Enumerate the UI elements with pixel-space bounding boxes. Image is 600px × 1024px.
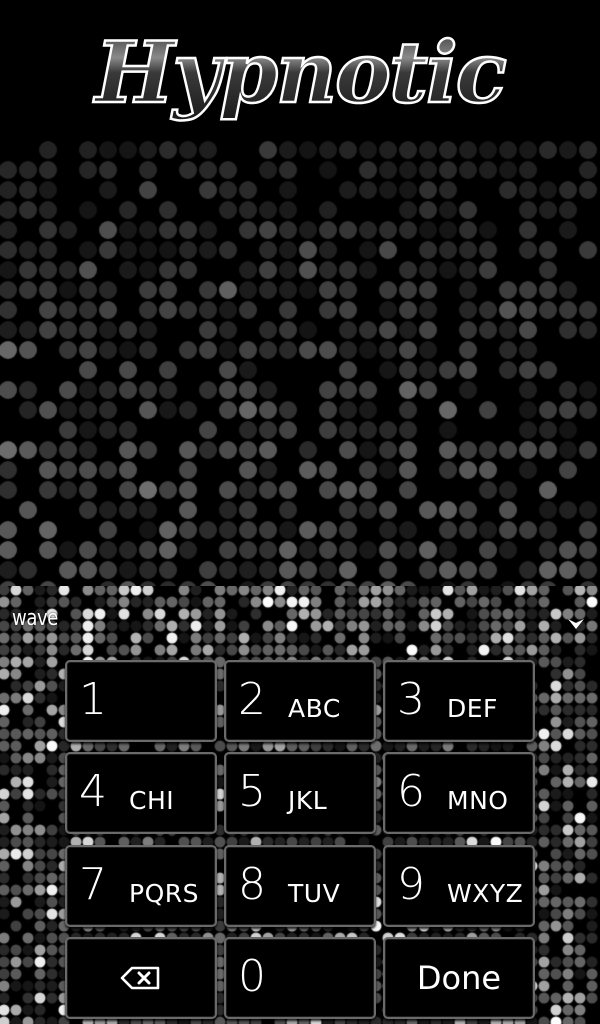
backspace-icon — [120, 966, 160, 990]
key-digit: 9 — [397, 859, 425, 910]
key-digit: 3 — [397, 674, 425, 725]
key-5[interactable]: 5 JKL — [224, 752, 376, 834]
backspace-key[interactable] — [65, 937, 217, 1019]
suggestion-word[interactable]: wave — [12, 606, 58, 631]
done-key[interactable]: Done — [383, 937, 535, 1019]
collapse-keyboard-button[interactable] — [567, 618, 585, 630]
key-digit: 0 — [238, 951, 266, 1002]
key-7[interactable]: 7 PQRS — [65, 845, 217, 927]
chevron-down-icon — [568, 619, 584, 629]
key-letters: DEF — [447, 694, 498, 723]
key-digit: 1 — [79, 674, 107, 725]
key-4[interactable]: 4 CHI — [65, 752, 217, 834]
key-letters: MNO — [447, 786, 509, 815]
key-1[interactable]: 1 — [65, 660, 217, 742]
numeric-keyboard: wave 1 2 ABC 3 DEF 4 CHI 5 JKL 6 MNO 7 P… — [0, 586, 600, 1024]
key-8[interactable]: 8 TUV — [224, 845, 376, 927]
key-9[interactable]: 9 WXYZ — [383, 845, 535, 927]
done-label: Done — [416, 959, 502, 997]
title-text: Hypnotic — [93, 23, 506, 122]
key-digit: 6 — [397, 766, 425, 817]
key-digit: 7 — [79, 859, 107, 910]
key-letters: PQRS — [129, 879, 199, 908]
key-0[interactable]: 0 — [224, 937, 376, 1019]
key-letters: WXYZ — [447, 879, 524, 908]
key-2[interactable]: 2 ABC — [224, 660, 376, 742]
key-letters: JKL — [288, 786, 328, 815]
key-digit: 5 — [238, 766, 266, 817]
key-digit: 8 — [238, 859, 266, 910]
backspace-icon-wrap — [67, 939, 215, 1017]
title-logo: Hypnotic — [92, 22, 509, 124]
key-6[interactable]: 6 MNO — [383, 752, 535, 834]
key-3[interactable]: 3 DEF — [383, 660, 535, 742]
app-title: Hypnotic — [0, 20, 600, 130]
key-letters: CHI — [129, 786, 175, 815]
key-digit: 4 — [79, 766, 107, 817]
key-letters: TUV — [288, 879, 341, 908]
key-letters: ABC — [288, 694, 341, 723]
key-digit: 2 — [238, 674, 266, 725]
